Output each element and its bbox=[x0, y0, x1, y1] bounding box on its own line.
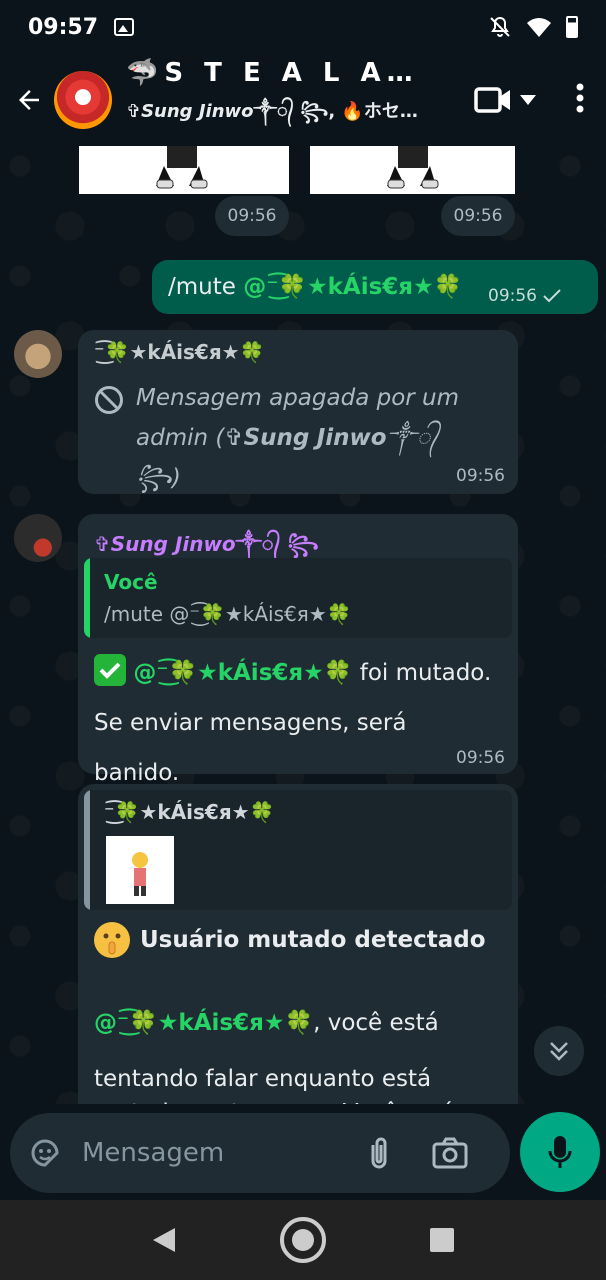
status-bar: 09:57 bbox=[0, 0, 606, 54]
message-time: 09:56 bbox=[456, 466, 505, 486]
status-icons bbox=[488, 15, 578, 39]
group-info[interactable]: 🦈S T E A L A B R… ✞𝙎𝙪𝙣𝙜 𝙅𝙞𝙣𝙬𝙤༒᭄ ꧂, 🔥ホセ・… bbox=[126, 58, 426, 142]
image-message-2[interactable] bbox=[310, 146, 515, 194]
menu-button[interactable] bbox=[576, 83, 584, 117]
sticker-icon[interactable] bbox=[28, 1136, 62, 1170]
time-text: 09:56 bbox=[488, 286, 537, 306]
video-call-icon bbox=[474, 87, 510, 113]
mic-icon bbox=[548, 1136, 572, 1168]
video-call-button[interactable] bbox=[474, 86, 536, 114]
message-line: @⁻͜͡🍀★kÁis€я★🍀, você está bbox=[94, 998, 504, 1048]
quote-text: /mute @⁻͜͡🍀★kÁis€я★🍀 bbox=[104, 602, 352, 626]
notifications-off-icon bbox=[490, 16, 510, 37]
detected-heading-row: Usuário mutado detectado bbox=[94, 922, 486, 958]
quote-author: Você bbox=[104, 570, 158, 594]
deleted-message[interactable]: ⁻͜͡🍀★kÁis€я★🍀 Mensagem apagada por um ad… bbox=[78, 330, 518, 494]
message-input[interactable] bbox=[82, 1138, 352, 1168]
message-time: 09:56 bbox=[488, 286, 561, 306]
back-button[interactable] bbox=[4, 70, 54, 130]
image-message-1[interactable] bbox=[79, 146, 289, 194]
composer bbox=[0, 1104, 606, 1200]
message-time: 09:56 bbox=[456, 748, 505, 768]
quoted-message[interactable]: ⁻͜͡🍀★kÁis€я★🍀 bbox=[84, 790, 512, 910]
group-avatar[interactable] bbox=[54, 71, 112, 129]
chat-area[interactable]: 09:56 09:56 /mute @⁻͜͡🍀★kÁis€я★🍀 09:56 ⁻… bbox=[0, 146, 606, 1104]
message-text: @⁻͜͡🍀★kÁis€я★🍀 foi mutado. Se enviar men… bbox=[94, 648, 494, 798]
message-line: mutado neste grupo. Você será bbox=[94, 1096, 455, 1104]
shushing-face-icon bbox=[94, 922, 130, 958]
quote-accent-bar bbox=[84, 558, 90, 638]
voice-message-button[interactable] bbox=[520, 1112, 600, 1192]
sender-avatar[interactable] bbox=[14, 514, 62, 562]
command-text: /mute bbox=[168, 274, 244, 300]
ban-icon bbox=[95, 386, 123, 414]
quoted-image-thumbnail bbox=[106, 836, 174, 904]
camera-icon[interactable] bbox=[432, 1137, 468, 1169]
scroll-down-icon bbox=[550, 1042, 568, 1061]
message-line: tentando falar enquanto está bbox=[94, 1066, 432, 1092]
quote-author: ⁻͜͡🍀★kÁis€я★🍀 bbox=[104, 800, 275, 824]
wifi-icon bbox=[527, 18, 551, 37]
status-time: 09:57 bbox=[28, 14, 99, 40]
deleted-notice-text: Mensagem apagada por um admin (✞𝙎𝙪𝙣𝙜 𝙅𝙞𝙣… bbox=[136, 385, 460, 491]
system-nav-bar bbox=[0, 1200, 606, 1280]
message-text: /mute @⁻͜͡🍀★kÁis€я★🍀 bbox=[168, 268, 462, 306]
sticker-character-image bbox=[156, 146, 208, 189]
outgoing-message[interactable]: /mute @⁻͜͡🍀★kÁis€я★🍀 09:56 bbox=[152, 260, 598, 314]
image-timestamp: 09:56 bbox=[441, 196, 515, 236]
chat-header: 🦈S T E A L A B R… ✞𝙎𝙪𝙣𝙜 𝙅𝙞𝙣𝙬𝙤༒᭄ ꧂, 🔥ホセ・… bbox=[0, 54, 606, 146]
more-vert-icon bbox=[576, 83, 584, 113]
message-body: , você está bbox=[313, 1010, 439, 1036]
nav-recents-icon[interactable] bbox=[429, 1227, 455, 1253]
image-notification-icon bbox=[114, 18, 135, 36]
header-actions bbox=[474, 83, 606, 117]
group-name: 🦈S T E A L A B R… bbox=[126, 58, 426, 88]
detected-heading: Usuário mutado detectado bbox=[140, 927, 486, 953]
message-input-box[interactable] bbox=[10, 1113, 510, 1193]
quoted-message[interactable]: Você /mute @⁻͜͡🍀★kÁis€я★🍀 bbox=[84, 558, 512, 638]
bot-reply-message[interactable]: ✞𝙎𝙪𝙣𝙜 𝙅𝙞𝙣𝙬𝙤༒᭄ ꧂ Você /mute @⁻͜͡🍀★kÁis€я★… bbox=[78, 514, 518, 786]
message-text: @⁻͜͡🍀★kÁis€я★🍀, você está bbox=[94, 998, 504, 1048]
chevron-down-icon bbox=[520, 95, 536, 105]
check-emoji-icon bbox=[94, 654, 126, 686]
sender-name[interactable]: ⁻͜͡🍀★kÁis€я★🍀 bbox=[94, 340, 265, 364]
back-arrow-icon bbox=[19, 90, 39, 110]
mention-link[interactable]: @⁻͜͡🍀★kÁis€я★🍀 bbox=[94, 1010, 313, 1036]
nav-home-icon[interactable] bbox=[278, 1215, 328, 1265]
mention-link[interactable]: @⁻͜͡🍀★kÁis€я★🍀 bbox=[243, 274, 462, 300]
group-members: ✞𝙎𝙪𝙣𝙜 𝙅𝙞𝙣𝙬𝙤༒᭄ ꧂, 🔥ホセ・… bbox=[126, 101, 426, 122]
scroll-down-button[interactable] bbox=[534, 1026, 584, 1076]
battery-icon bbox=[566, 16, 578, 38]
attach-icon[interactable] bbox=[366, 1135, 392, 1171]
sender-avatar[interactable] bbox=[14, 330, 62, 378]
quote-accent-bar bbox=[84, 790, 90, 910]
mention-link[interactable]: @⁻͜͡🍀★kÁis€я★🍀 bbox=[133, 660, 352, 686]
muted-detected-message[interactable]: ⁻͜͡🍀★kÁis€я★🍀 Usuário mutado detectado @… bbox=[78, 784, 518, 1104]
nav-back-icon[interactable] bbox=[151, 1226, 177, 1254]
sticker-character-image bbox=[387, 146, 439, 189]
check-icon bbox=[543, 289, 561, 303]
image-timestamp: 09:56 bbox=[215, 196, 289, 236]
